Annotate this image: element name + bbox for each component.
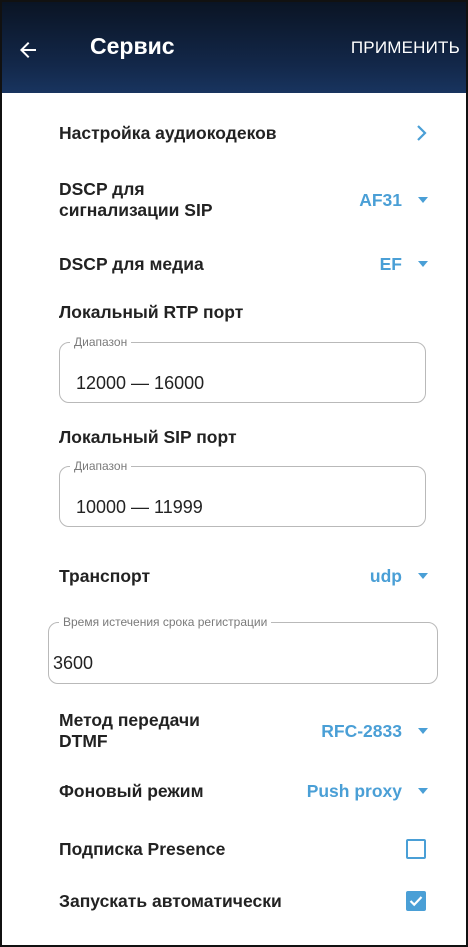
sip-port-row: Локальный SIP порт xyxy=(59,424,428,450)
background-mode-label: Фоновый режим xyxy=(59,780,204,801)
dscp-sip-label: DSCP для сигнализации SIP xyxy=(59,179,213,221)
dscp-media-row: DSCP для медиа EF xyxy=(59,251,428,277)
dscp-sip-dropdown[interactable]: AF31 xyxy=(359,190,428,211)
sip-port-value: 10000 — 11999 xyxy=(76,497,203,517)
app-bar: Сервис ПРИМЕНИТЬ xyxy=(2,2,466,93)
transport-value: udp xyxy=(369,565,402,586)
autostart-checkbox[interactable] xyxy=(406,891,426,911)
dtmf-value: RFC-2833 xyxy=(321,720,402,741)
arrow-left-icon xyxy=(20,42,36,58)
rtp-port-row: Локальный RTP порт xyxy=(59,299,428,325)
registration-expiry-field[interactable]: Время истечения срока регистрации 3600 xyxy=(48,615,438,684)
background-mode-value: Push proxy xyxy=(306,780,402,801)
dscp-sip-value: AF31 xyxy=(359,189,402,210)
dtmf-row: Метод передачи DTMF RFC-2833 xyxy=(59,708,428,754)
dscp-media-value: EF xyxy=(379,253,402,274)
background-mode-dropdown[interactable]: Push proxy xyxy=(307,781,428,802)
registration-expiry-legend: Время истечения срока регистрации xyxy=(59,615,272,629)
rtp-port-value: 12000 — 16000 xyxy=(76,373,205,393)
sip-port-label: Локальный SIP порт xyxy=(59,426,237,447)
apply-button[interactable]: ПРИМЕНИТЬ xyxy=(351,38,460,58)
caret-down-icon xyxy=(418,788,428,794)
presence-checkbox[interactable] xyxy=(406,839,426,859)
dtmf-dropdown[interactable]: RFC-2833 xyxy=(321,721,428,742)
dscp-media-dropdown[interactable]: EF xyxy=(380,254,428,275)
transport-dropdown[interactable]: udp xyxy=(370,566,428,587)
audio-codecs-label: Настройка аудиокодеков xyxy=(59,122,277,143)
caret-down-icon xyxy=(418,261,428,267)
rtp-port-label: Локальный RTP порт xyxy=(59,301,244,322)
back-button[interactable] xyxy=(8,32,48,68)
dscp-sip-row: DSCP для сигнализации SIP AF31 xyxy=(59,177,428,223)
autostart-label: Запускать автоматически xyxy=(59,890,282,911)
dtmf-label: Метод передачи DTMF xyxy=(59,710,200,752)
caret-down-icon xyxy=(418,728,428,734)
caret-down-icon xyxy=(418,573,428,579)
dscp-media-label: DSCP для медиа xyxy=(59,253,204,274)
background-mode-row: Фоновый режим Push proxy xyxy=(59,778,428,804)
registration-expiry-value: 3600 xyxy=(53,653,94,673)
transport-row: Транспорт udp xyxy=(59,563,428,589)
sip-port-field-legend: Диапазон xyxy=(70,459,132,473)
sip-port-field[interactable]: Диапазон 10000 — 11999 xyxy=(59,459,426,527)
chevron-right-icon[interactable] xyxy=(416,124,428,142)
dscp-sip-label-line1: DSCP для xyxy=(59,179,145,199)
audio-codecs-row[interactable]: Настройка аудиокодеков xyxy=(59,120,428,146)
caret-down-icon xyxy=(418,197,428,203)
presence-row: Подписка Presence xyxy=(59,836,428,862)
presence-label: Подписка Presence xyxy=(59,838,226,859)
checkmark-icon xyxy=(409,896,423,907)
autostart-row: Запускать автоматически xyxy=(59,888,428,914)
rtp-port-field[interactable]: Диапазон 12000 — 16000 xyxy=(59,335,426,403)
page-title: Сервис xyxy=(90,33,175,59)
dscp-sip-label-line2: сигнализации SIP xyxy=(59,200,213,220)
transport-label: Транспорт xyxy=(59,565,151,586)
dtmf-label-line2: DTMF xyxy=(59,731,108,751)
dtmf-label-line1: Метод передачи xyxy=(59,710,200,730)
rtp-port-field-legend: Диапазон xyxy=(70,335,132,349)
